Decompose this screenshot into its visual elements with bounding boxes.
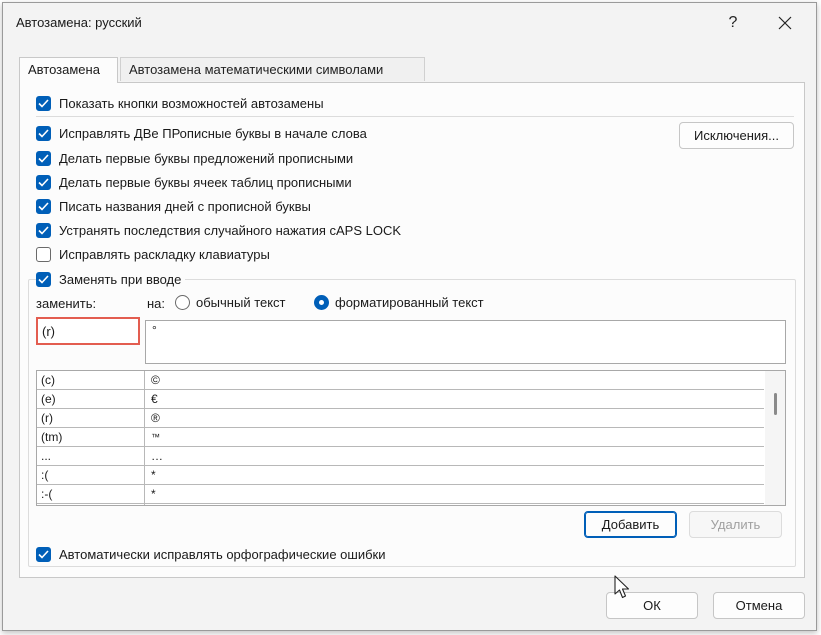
show-autocorrect-buttons-option[interactable]: Показать кнопки возможностей автозамены bbox=[36, 93, 324, 113]
two-initial-caps-checkbox[interactable] bbox=[36, 125, 51, 141]
checkmark-icon bbox=[38, 549, 49, 559]
plain-text-option[interactable]: обычный текст bbox=[175, 295, 286, 310]
day-names-option[interactable]: Писать названия дней с прописной буквы bbox=[36, 196, 311, 216]
with-label: на: bbox=[147, 296, 166, 311]
tab-math-autocorrect[interactable]: Автозамена математическими символами bbox=[120, 57, 425, 81]
list-item-to: € bbox=[151, 392, 158, 406]
plain-text-label: обычный текст bbox=[196, 295, 286, 310]
spelling-label: Автоматически исправлять орфографические… bbox=[59, 546, 386, 562]
list-item-to: … bbox=[151, 449, 163, 463]
replace-typing-label: Заменять при вводе bbox=[59, 271, 182, 287]
checkmark-icon bbox=[38, 225, 49, 235]
dialog-title: Автозамена: русский bbox=[16, 15, 142, 30]
formatted-text-radio[interactable] bbox=[314, 295, 329, 310]
checkmark-icon bbox=[38, 98, 49, 108]
list-item-to: © bbox=[151, 373, 160, 387]
replace-typing-checkbox[interactable] bbox=[36, 271, 51, 287]
exceptions-button[interactable]: Исключения... bbox=[679, 122, 794, 149]
list-item-to: * bbox=[151, 468, 156, 482]
title-bar: Автозамена: русский ? bbox=[3, 3, 816, 43]
close-icon bbox=[778, 16, 792, 30]
list-item-from: ... bbox=[41, 449, 52, 463]
checkmark-icon bbox=[38, 128, 49, 138]
scrollbar-thumb[interactable] bbox=[774, 393, 777, 415]
sentence-caps-option[interactable]: Делать первые буквы предложений прописны… bbox=[36, 148, 353, 168]
separator bbox=[36, 116, 794, 117]
add-button[interactable]: Добавить bbox=[584, 511, 677, 538]
two-initial-caps-label: Исправлять ДВе ПРописные буквы в начале … bbox=[59, 125, 367, 141]
list-scrollbar[interactable] bbox=[765, 371, 785, 505]
tab-autocorrect[interactable]: Автозамена bbox=[19, 57, 118, 83]
sentence-caps-label: Делать первые буквы предложений прописны… bbox=[59, 150, 354, 166]
column-separator bbox=[144, 371, 145, 505]
list-item-from: (c) bbox=[41, 373, 55, 387]
list-item[interactable]: :-( * bbox=[37, 485, 764, 504]
list-item-to: ™ bbox=[151, 432, 160, 442]
list-item-from: (r) bbox=[41, 411, 53, 425]
two-initial-caps-option[interactable]: Исправлять ДВе ПРописные буквы в начале … bbox=[36, 123, 367, 143]
formatted-text-label: форматированный текст bbox=[335, 295, 484, 310]
keyboard-layout-checkbox[interactable] bbox=[36, 246, 51, 262]
replace-input[interactable]: (r) bbox=[36, 317, 140, 345]
autocorrect-dialog: Автозамена: русский ? Автозамена Автозам… bbox=[2, 2, 817, 631]
list-item-from: :-( bbox=[41, 487, 53, 501]
list-item[interactable]: (e) € bbox=[37, 390, 764, 409]
list-item-to: * bbox=[151, 487, 156, 501]
caps-lock-label: Устранять последствия случайного нажатия… bbox=[59, 222, 402, 238]
table-cell-caps-checkbox[interactable] bbox=[36, 174, 51, 190]
caps-lock-checkbox[interactable] bbox=[36, 222, 51, 238]
list-item[interactable]: (c) © bbox=[37, 371, 764, 390]
day-names-label: Писать названия дней с прописной буквы bbox=[59, 198, 311, 214]
show-autocorrect-buttons-label: Показать кнопки возможностей автозамены bbox=[59, 95, 324, 111]
replacement-list[interactable]: (c) © (e) € (r) ® (tm) ™ ... … :( * :-( … bbox=[36, 370, 786, 506]
list-item-to: ® bbox=[151, 411, 160, 425]
plain-text-radio[interactable] bbox=[175, 295, 190, 310]
list-item[interactable]: :( * bbox=[37, 466, 764, 485]
list-item-from: :( bbox=[41, 468, 49, 482]
list-item-from: (e) bbox=[41, 392, 56, 406]
checkmark-icon bbox=[38, 274, 49, 284]
table-cell-caps-option[interactable]: Делать первые буквы ячеек таблиц прописн… bbox=[36, 172, 352, 192]
with-input[interactable]: ° bbox=[145, 320, 786, 364]
list-item[interactable]: ... … bbox=[37, 447, 764, 466]
show-autocorrect-buttons-checkbox[interactable] bbox=[36, 95, 51, 111]
spelling-checkbox[interactable] bbox=[36, 546, 51, 562]
replace-typing-option[interactable]: Заменять при вводе bbox=[36, 269, 186, 289]
caps-lock-option[interactable]: Устранять последствия случайного нажатия… bbox=[36, 220, 401, 240]
checkmark-icon bbox=[38, 201, 49, 211]
delete-button[interactable]: Удалить bbox=[689, 511, 782, 538]
close-button[interactable] bbox=[765, 9, 805, 37]
sentence-caps-checkbox[interactable] bbox=[36, 150, 51, 166]
checkmark-icon bbox=[38, 177, 49, 187]
list-item[interactable]: (tm) ™ bbox=[37, 428, 764, 447]
replace-label: заменить: bbox=[36, 296, 97, 311]
keyboard-layout-option[interactable]: Исправлять раскладку клавиатуры bbox=[36, 244, 270, 264]
list-item[interactable]: (r) ® bbox=[37, 409, 764, 428]
cancel-button[interactable]: Отмена bbox=[713, 592, 805, 619]
mouse-cursor-icon bbox=[614, 575, 630, 599]
checkmark-icon bbox=[38, 153, 49, 163]
keyboard-layout-label: Исправлять раскладку клавиатуры bbox=[59, 246, 270, 262]
list-item-from: (tm) bbox=[41, 430, 63, 444]
day-names-checkbox[interactable] bbox=[36, 198, 51, 214]
spelling-option[interactable]: Автоматически исправлять орфографические… bbox=[36, 544, 385, 564]
help-button[interactable]: ? bbox=[713, 9, 753, 37]
formatted-text-option[interactable]: форматированный текст bbox=[314, 295, 484, 310]
table-cell-caps-label: Делать первые буквы ячеек таблиц прописн… bbox=[59, 174, 352, 190]
